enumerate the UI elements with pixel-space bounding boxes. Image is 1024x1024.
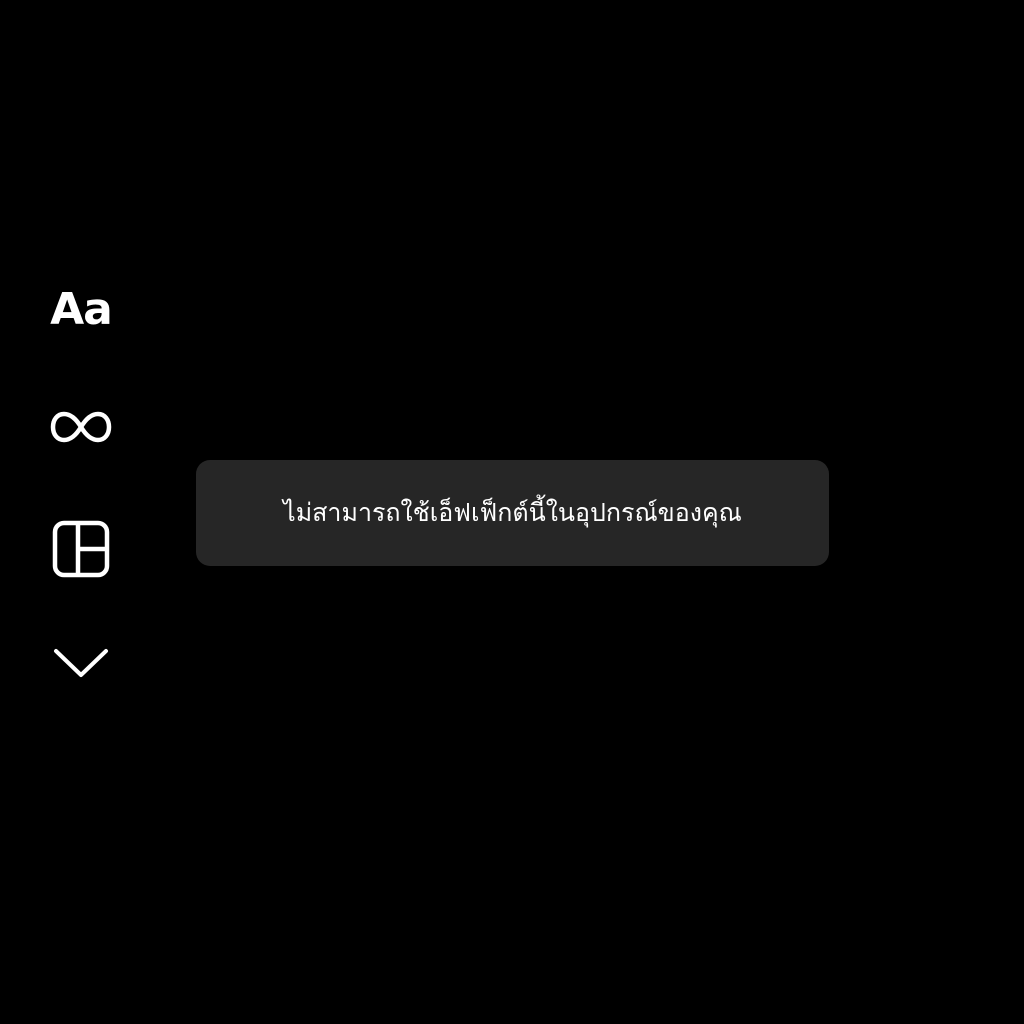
infinity-icon [50,411,112,443]
chevron-down-icon [54,649,108,677]
boomerang-button[interactable] [42,388,120,466]
error-toast: ไม่สามารถใช้เอ็ฟเฟ็กต์นี้ในอุปกรณ์ของคุณ [196,460,829,566]
layout-grid-icon [52,520,110,578]
layout-button[interactable] [42,510,120,588]
toast-message: ไม่สามารถใช้เอ็ฟเฟ็กต์นี้ในอุปกรณ์ของคุณ [283,498,742,527]
more-tools-button[interactable] [42,624,120,702]
text-aa-icon: Aa [50,284,113,335]
camera-tool-rail: Aa [0,0,160,1024]
text-tool-button[interactable]: Aa [42,271,120,349]
